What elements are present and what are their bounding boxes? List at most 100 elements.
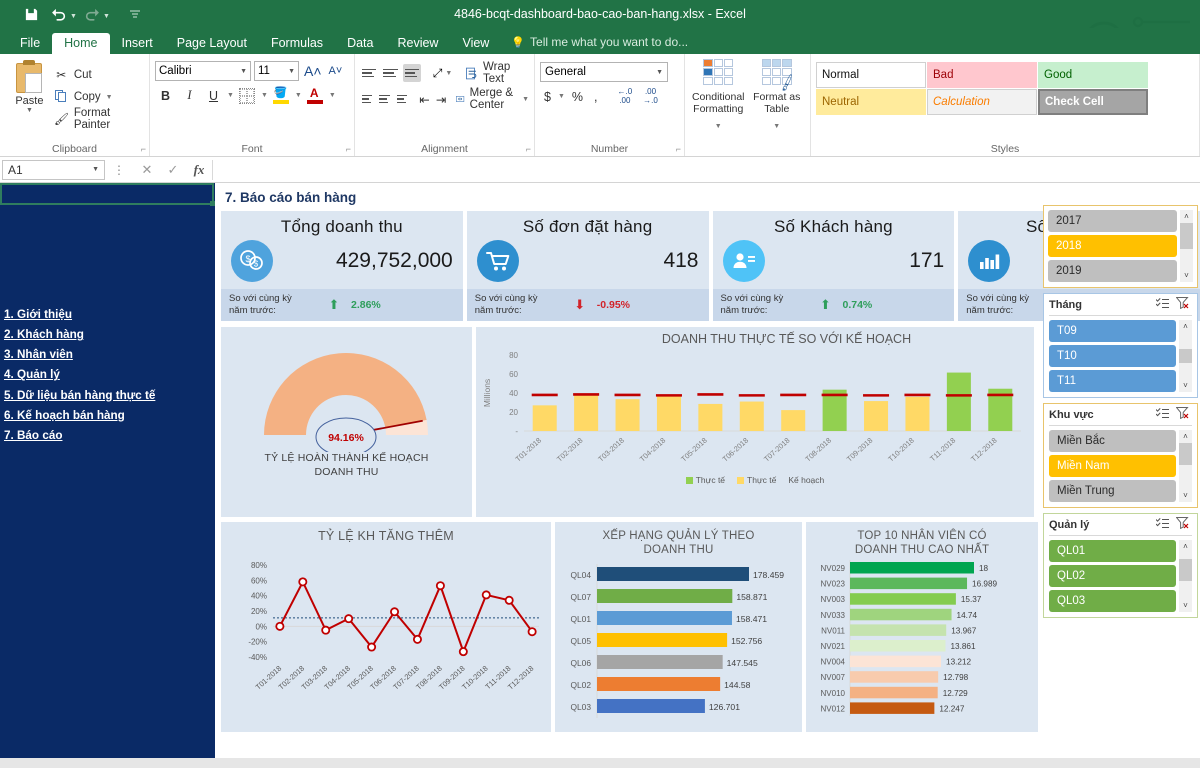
underline-caret[interactable]: ▼ xyxy=(227,92,234,99)
wrap-text-button[interactable]: Wrap Text xyxy=(465,61,530,85)
font-color-button[interactable]: A xyxy=(305,85,326,106)
cut-button[interactable]: ✂ Cut xyxy=(54,64,144,86)
nav-link-bao-cao[interactable]: 7. Báo cáo xyxy=(4,426,155,446)
tab-file[interactable]: File xyxy=(8,33,52,55)
redo-icon[interactable] xyxy=(79,3,105,25)
slicer-item-t11[interactable]: T11 xyxy=(1049,370,1176,392)
style-neutral[interactable]: Neutral xyxy=(816,89,926,115)
insert-function-icon[interactable]: fx xyxy=(186,162,212,178)
decrease-indent-icon[interactable]: ⇤ xyxy=(418,89,432,110)
undo-icon[interactable] xyxy=(46,3,72,25)
scroll-down-icon[interactable]: ˅ xyxy=(1180,269,1193,282)
align-center-icon[interactable] xyxy=(377,90,391,108)
conditional-formatting-button[interactable]: Conditional Formatting ▼ xyxy=(690,59,747,156)
bold-button[interactable]: B xyxy=(155,85,176,106)
style-calculation[interactable]: Calculation xyxy=(927,89,1037,115)
currency-button[interactable]: $ xyxy=(540,86,555,107)
clear-filter-icon[interactable] xyxy=(1172,407,1192,422)
scroll-down-icon[interactable]: ˅ xyxy=(1179,379,1192,392)
comma-button[interactable]: , xyxy=(590,86,601,107)
conditional-formatting-caret[interactable]: ▼ xyxy=(715,123,722,130)
tab-page-layout[interactable]: Page Layout xyxy=(165,33,259,55)
slicer-item-mien-nam[interactable]: Miền Nam xyxy=(1049,455,1176,477)
tab-data[interactable]: Data xyxy=(335,33,385,55)
tell-me-box[interactable]: 💡 Tell me what you want to do... xyxy=(501,31,698,54)
formula-bar-handle[interactable]: ⋮ xyxy=(105,163,134,177)
merge-center-caret[interactable]: ▼ xyxy=(522,96,529,103)
increase-decimal-button[interactable]: ←.0.00 xyxy=(614,86,637,107)
font-name-input[interactable]: Calibri ▼ xyxy=(155,61,251,81)
scroll-down-icon[interactable]: ˅ xyxy=(1179,599,1192,612)
slicer-item-2018[interactable]: 2018 xyxy=(1048,235,1177,257)
font-name-caret[interactable]: ▼ xyxy=(240,68,247,75)
year-slicer-scrollbar[interactable]: ˄ ˅ xyxy=(1180,210,1193,282)
slicer-item-2019[interactable]: 2019 xyxy=(1048,260,1177,282)
font-color-caret[interactable]: ▼ xyxy=(329,92,336,99)
selected-cell-a1[interactable] xyxy=(0,183,215,206)
clipboard-dialog-launcher[interactable]: ⌐ xyxy=(141,144,146,154)
slicer-item-mien-trung[interactable]: Miền Trung xyxy=(1049,480,1176,502)
align-top-icon[interactable] xyxy=(360,64,378,82)
save-icon[interactable] xyxy=(18,3,44,25)
fill-color-caret[interactable]: ▼ xyxy=(295,92,302,99)
fill-color-button[interactable]: 🪣 xyxy=(271,85,292,106)
paste-button[interactable]: Paste ▼ xyxy=(5,58,54,156)
cancel-icon[interactable]: ✕ xyxy=(134,162,160,178)
style-normal[interactable]: Normal xyxy=(816,62,926,88)
currency-caret[interactable]: ▼ xyxy=(558,93,565,100)
number-dialog-launcher[interactable]: ⌐ xyxy=(676,144,681,154)
borders-button[interactable] xyxy=(237,85,258,106)
format-painter-button[interactable]: 🖌 Format Painter xyxy=(54,107,144,131)
orientation-caret[interactable]: ▼ xyxy=(445,70,452,77)
italic-button[interactable]: I xyxy=(179,85,200,106)
formula-input[interactable] xyxy=(212,159,1198,180)
borders-caret[interactable]: ▼ xyxy=(261,92,268,99)
decrease-font-size-icon[interactable]: A˅ xyxy=(327,65,345,77)
multiselect-icon[interactable] xyxy=(1152,407,1172,422)
nav-link-du-lieu-ban-hang[interactable]: 5. Dữ liệu bán hàng thực tế xyxy=(4,386,155,406)
increase-font-size-icon[interactable]: A˄ xyxy=(302,63,324,79)
name-box-caret[interactable]: ▼ xyxy=(92,166,99,173)
scroll-up-icon[interactable]: ˄ xyxy=(1179,540,1192,553)
paste-dropdown-caret[interactable]: ▼ xyxy=(5,107,54,114)
tab-review[interactable]: Review xyxy=(385,33,450,55)
slicer-item-ql03[interactable]: QL03 xyxy=(1049,590,1176,612)
slicer-item-t09[interactable]: T09 xyxy=(1049,320,1176,342)
align-bottom-icon[interactable] xyxy=(402,64,422,82)
nav-link-khach-hang[interactable]: 2. Khách hàng xyxy=(4,325,155,345)
style-check-cell[interactable]: Check Cell xyxy=(1038,89,1148,115)
customize-qat-icon[interactable] xyxy=(122,3,148,25)
font-size-caret[interactable]: ▼ xyxy=(288,68,295,75)
number-format-select[interactable]: General ▼ xyxy=(540,62,668,82)
slicer-item-ql01[interactable]: QL01 xyxy=(1049,540,1176,562)
slicer-item-2017[interactable]: 2017 xyxy=(1048,210,1177,232)
number-format-caret[interactable]: ▼ xyxy=(656,69,663,76)
scroll-up-icon[interactable]: ˄ xyxy=(1180,210,1193,223)
region-slicer-scrollbar[interactable]: ˄ ˅ xyxy=(1179,430,1192,502)
scroll-up-icon[interactable]: ˄ xyxy=(1179,320,1192,333)
slicer-item-mien-bac[interactable]: Miền Bắc xyxy=(1049,430,1176,452)
scroll-down-icon[interactable]: ˅ xyxy=(1179,489,1192,502)
tab-insert[interactable]: Insert xyxy=(110,33,165,55)
copy-button[interactable]: Copy ▼ xyxy=(54,86,144,108)
copy-dropdown-caret[interactable]: ▼ xyxy=(106,94,113,101)
nav-link-gioi-thieu[interactable]: 1. Giới thiệu xyxy=(4,305,155,325)
clear-filter-icon[interactable] xyxy=(1172,297,1192,312)
font-dialog-launcher[interactable]: ⌐ xyxy=(346,144,351,154)
multiselect-icon[interactable] xyxy=(1152,297,1172,312)
alignment-dialog-launcher[interactable]: ⌐ xyxy=(526,144,531,154)
tab-home[interactable]: Home xyxy=(52,32,110,54)
tab-view[interactable]: View xyxy=(450,33,501,55)
align-left-icon[interactable] xyxy=(360,90,374,108)
nav-link-ke-hoach-ban-hang[interactable]: 6. Kế hoạch bán hàng xyxy=(4,406,155,426)
increase-indent-icon[interactable]: ⇥ xyxy=(434,89,448,110)
tab-formulas[interactable]: Formulas xyxy=(259,33,335,55)
enter-icon[interactable]: ✓ xyxy=(160,162,186,178)
clear-filter-icon[interactable] xyxy=(1172,517,1192,532)
manager-slicer-scrollbar[interactable]: ˄ ˅ xyxy=(1179,540,1192,612)
name-box[interactable]: A1 ▼ xyxy=(2,159,105,180)
slicer-item-t10[interactable]: T10 xyxy=(1049,345,1176,367)
percent-button[interactable]: % xyxy=(568,86,587,107)
font-size-input[interactable]: 11 ▼ xyxy=(254,61,299,81)
format-as-table-caret[interactable]: ▼ xyxy=(773,123,780,130)
